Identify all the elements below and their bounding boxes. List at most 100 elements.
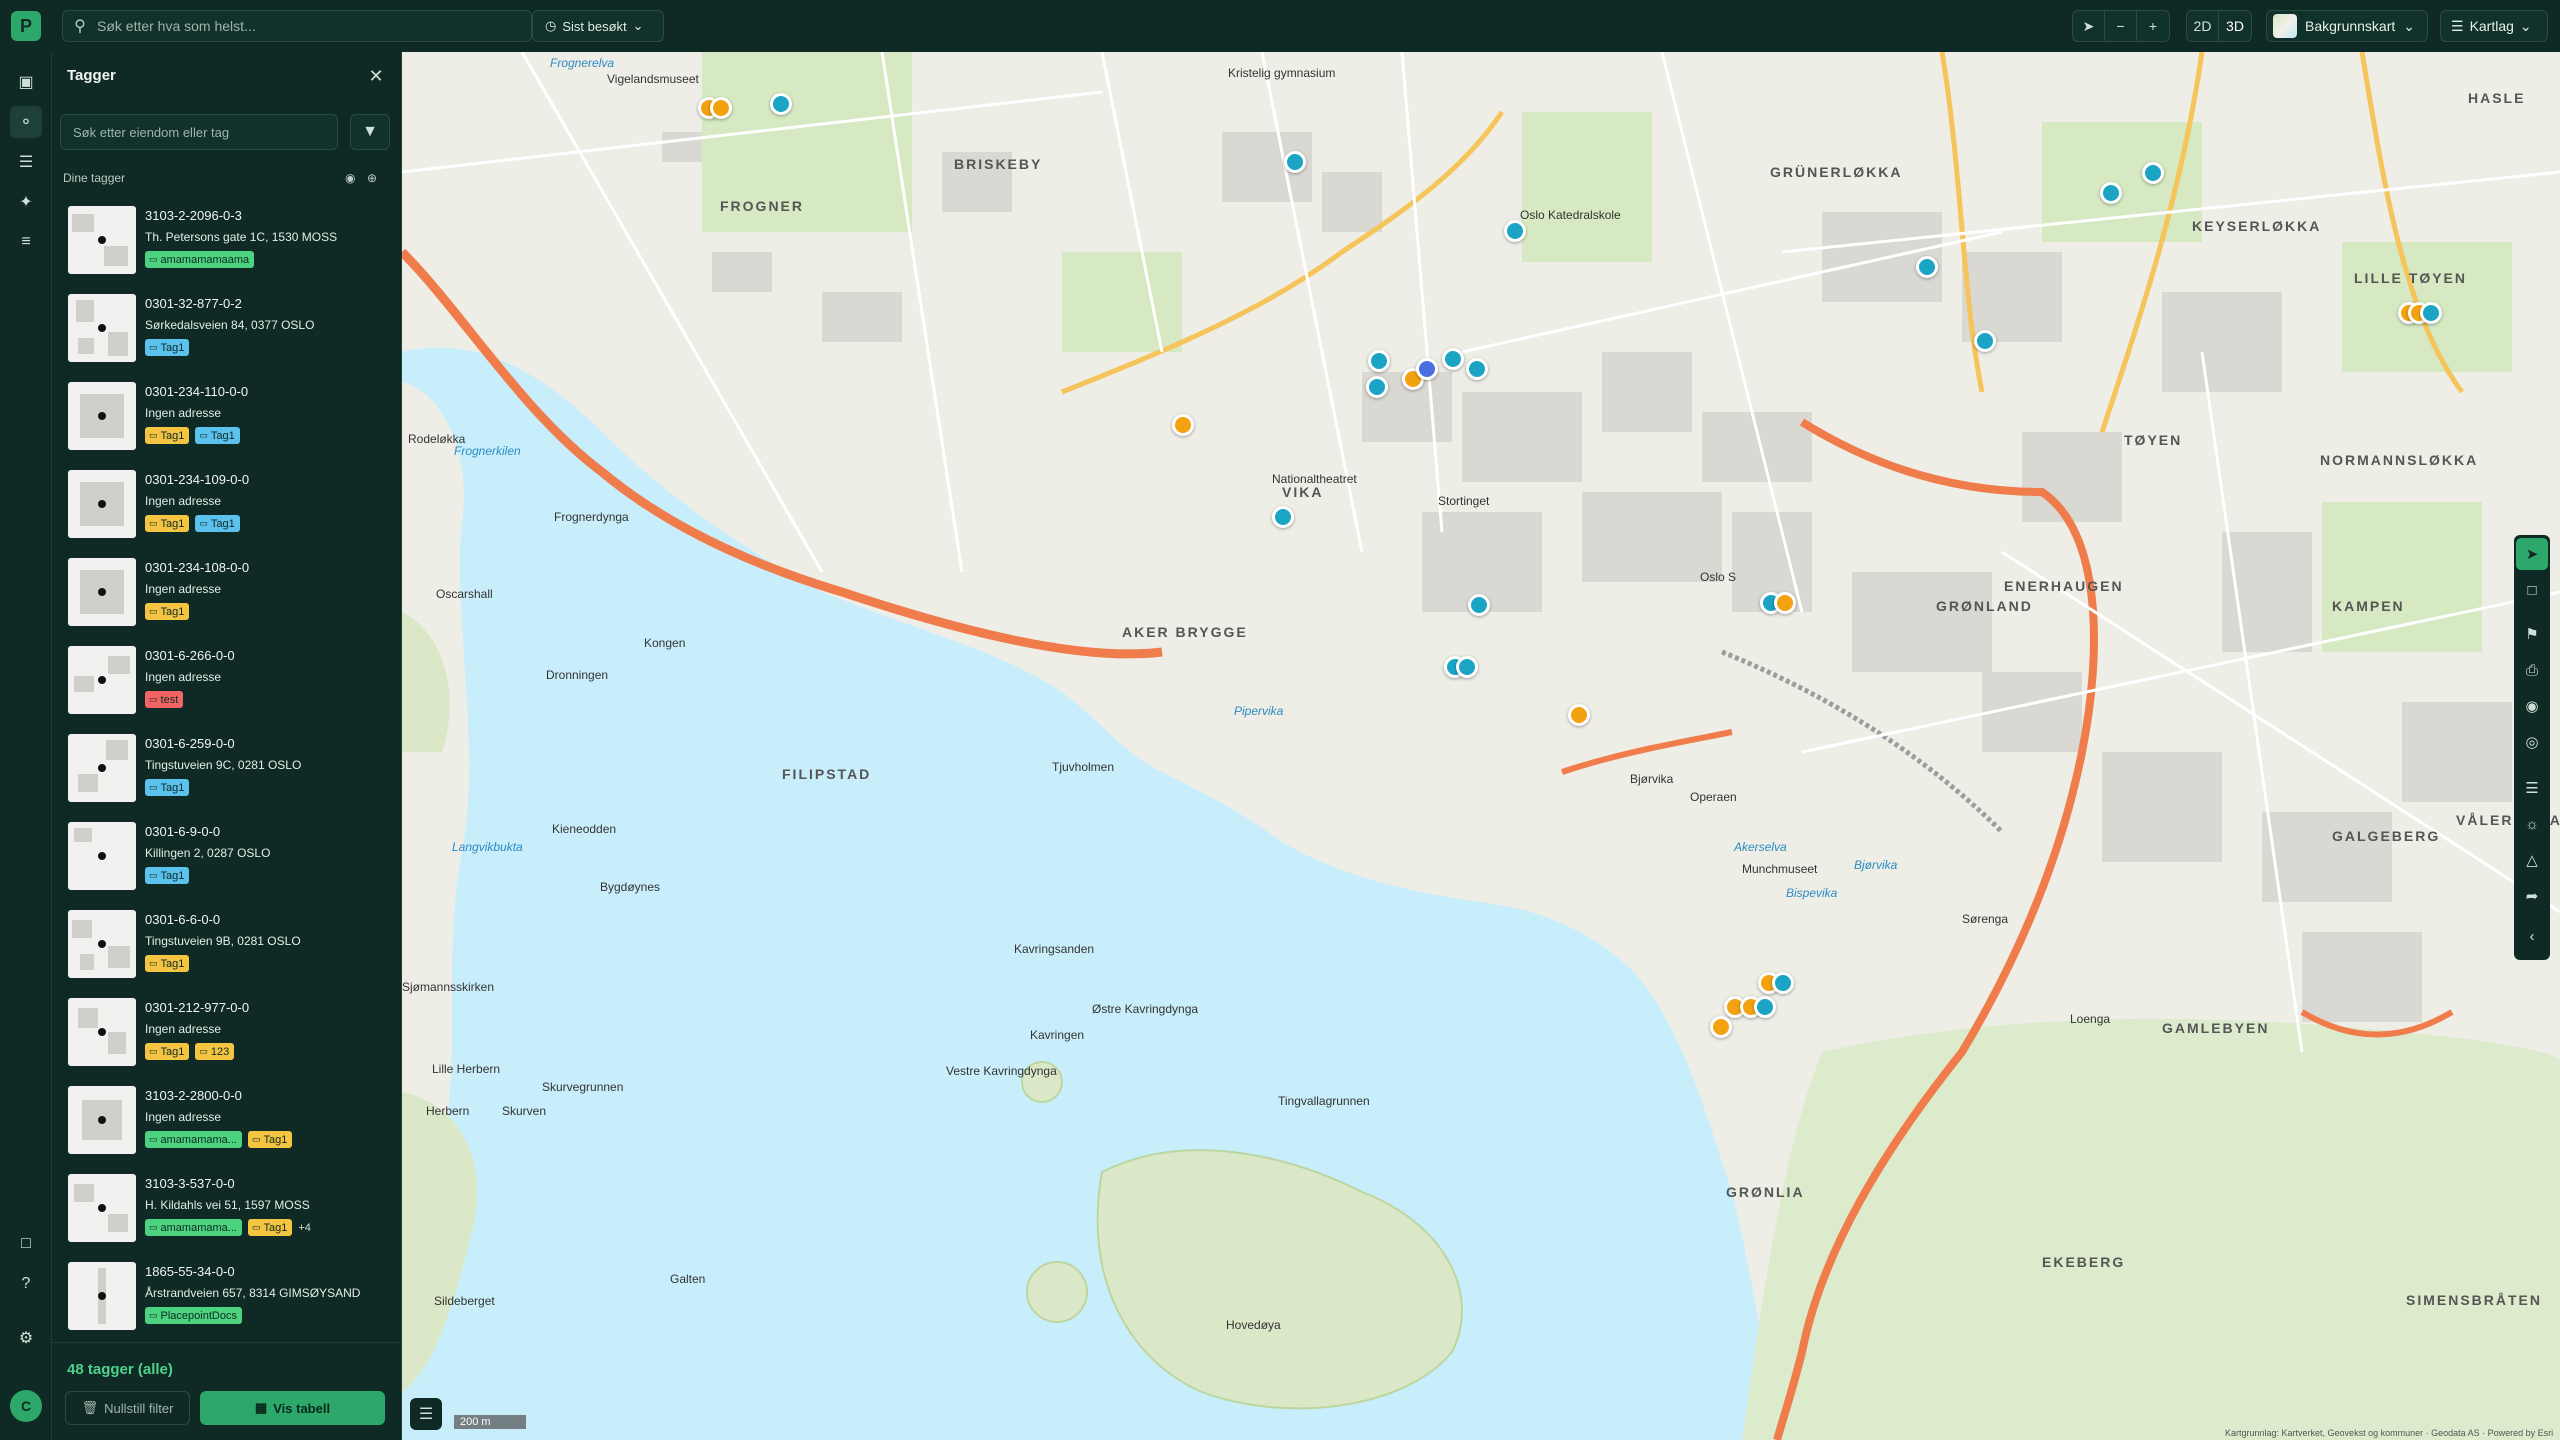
tag-chip[interactable]: ▭ Tag1 — [145, 779, 190, 796]
tag-list-item[interactable]: 0301-32-877-0-2 Sørkedalsveien 84, 0377 O… — [52, 290, 402, 378]
map-tag-pin[interactable] — [1774, 592, 1796, 614]
reset-filter-button[interactable]: 🗑 Nullstill filter — [65, 1391, 190, 1425]
map-tag-pin[interactable] — [1366, 376, 1388, 398]
layers-dropdown[interactable]: ☰ Kartlag ⌄ — [2440, 10, 2548, 42]
recent-dropdown[interactable]: ◷ Sist besøkt ⌄ — [532, 10, 664, 42]
map-tag-pin[interactable] — [1456, 656, 1478, 678]
tag-chip[interactable]: ▭ amamamama... — [145, 1131, 242, 1148]
measure-icon[interactable]: △ — [2516, 844, 2548, 876]
tag-search-input[interactable] — [60, 114, 338, 150]
tag-chip[interactable]: ▭ Tag1 — [145, 1043, 190, 1060]
select-area-icon[interactable]: □ — [2516, 574, 2548, 606]
tag-chip[interactable]: ▭ 123 — [195, 1043, 235, 1060]
filter-lines-icon[interactable]: ≡ — [10, 226, 42, 258]
list-icon[interactable]: ☰ — [10, 146, 42, 178]
camera-icon[interactable]: ◉ — [2516, 690, 2548, 722]
map-tag-pin[interactable] — [1172, 414, 1194, 436]
map-tag-pin[interactable] — [1466, 358, 1488, 380]
filter-button[interactable]: ▼ — [350, 114, 390, 150]
app-logo[interactable]: P — [11, 11, 41, 41]
map-icon[interactable]: ▣ — [10, 66, 42, 98]
tag-chip[interactable]: ▭ amamamamaama — [145, 251, 255, 268]
tag-chip[interactable]: ▭ Tag1 — [145, 427, 190, 444]
tag-list-item[interactable]: 1865-55-34-0-0 Årstrandveien 657, 8314 GI… — [52, 1258, 402, 1346]
tag-chip[interactable]: ▭ Tag1 — [145, 603, 190, 620]
map-tag-pin[interactable] — [2100, 182, 2122, 204]
tag-list-item[interactable]: 0301-234-109-0-0 Ingen adresse ▭ Tag1 ▭ Tag1 — [52, 466, 402, 554]
tag-chip[interactable]: ▭ amamamama... — [145, 1219, 242, 1236]
tag-chip[interactable]: ▭ test — [145, 691, 184, 708]
help-icon[interactable]: ? — [10, 1268, 42, 1300]
tag-list-item[interactable]: 0301-234-108-0-0 Ingen adresse ▭ Tag1 — [52, 554, 402, 642]
map-tag-pin[interactable] — [1284, 151, 1306, 173]
chat-icon[interactable]: □ — [10, 1228, 42, 1260]
tag-list-item[interactable]: 0301-6-6-0-0 Tingstuveien 9B, 0281 OSLO ▭ T… — [52, 906, 402, 994]
tag-chip[interactable]: ▭ Tag1 — [247, 1219, 293, 1236]
map-tag-pin[interactable] — [1468, 594, 1490, 616]
tag-list-item[interactable]: 3103-3-537-0-0 H. Kildahls vei 51, 1597 M… — [52, 1170, 402, 1258]
map-tag-pin[interactable] — [1754, 996, 1776, 1018]
water-label: Bjørvika — [1854, 858, 1898, 872]
property-address: Tingstuveien 9C, 0281 OSLO — [145, 758, 302, 772]
eye-icon[interactable]: ◉ — [345, 171, 355, 185]
sparkle-icon[interactable]: ✦ — [10, 186, 42, 218]
map-canvas[interactable]: BRISKEBY FROGNER GRÜNERLØKKA KEYSERLØKKA… — [402, 52, 2560, 1440]
tag-chip[interactable]: ▭ Tag1 — [145, 955, 190, 972]
basemap-dropdown[interactable]: Bakgrunnskart ⌄ — [2266, 10, 2428, 42]
map-tag-pin[interactable] — [710, 97, 732, 119]
tag-list-item[interactable]: 3103-2-2096-0-3 Th. Petersons gate 1C, 15… — [52, 202, 402, 290]
chevron-down-icon: ⌄ — [632, 18, 644, 33]
sun-icon[interactable]: ☼ — [2516, 808, 2548, 840]
map-tag-pin[interactable] — [1568, 704, 1590, 726]
map-tag-pin[interactable] — [770, 93, 792, 115]
map-tag-pin[interactable] — [1974, 330, 1996, 352]
tag-chip[interactable]: ▭ Tag1 — [247, 1131, 293, 1148]
tag-chip[interactable]: ▭ Tag1 — [145, 515, 190, 532]
map-tag-pin[interactable] — [1368, 350, 1390, 372]
send-icon[interactable]: ➦ — [2516, 880, 2548, 912]
map-tag-pin[interactable] — [1442, 348, 1464, 370]
map-tag-pin[interactable] — [2142, 162, 2164, 184]
settings-icon[interactable]: ⚙ — [10, 1322, 42, 1354]
tag-chip[interactable]: ▭ Tag1 — [145, 339, 190, 356]
chevron-left-icon[interactable]: ‹ — [2516, 920, 2548, 952]
map-tag-pin[interactable] — [2420, 302, 2442, 324]
tag-chip[interactable]: ▭ Tag1 — [145, 867, 190, 884]
mode-2d-button[interactable]: 2D — [2187, 11, 2219, 41]
tag-chip[interactable]: ▭ Tag1 — [195, 515, 240, 532]
locate-icon[interactable]: ◎ — [2516, 726, 2548, 758]
print-icon[interactable]: ⎙ — [2516, 654, 2548, 686]
zoom-out-button[interactable]: − — [2105, 11, 2137, 41]
map-tag-pin[interactable] — [1710, 1016, 1732, 1038]
tag-list-item[interactable]: 0301-6-259-0-0 Tingstuveien 9C, 0281 OSLO… — [52, 730, 402, 818]
legend-button[interactable]: ☰ — [410, 1398, 442, 1430]
global-search[interactable]: ⚲ — [62, 10, 532, 42]
add-circle-icon[interactable]: ⊕ — [367, 171, 377, 185]
tag-list-item[interactable]: 0301-212-977-0-0 Ingen adresse ▭ Tag1 ▭ 123 — [52, 994, 402, 1082]
tag-chip[interactable]: ▭ PlacepointDocs — [145, 1307, 242, 1324]
tag-chip[interactable]: ▭ Tag1 — [195, 427, 240, 444]
zoom-in-button[interactable]: + — [2137, 11, 2169, 41]
map-tag-pin[interactable] — [1504, 220, 1526, 242]
map-tag-pin[interactable] — [1772, 972, 1794, 994]
tag-list-item[interactable]: 0301-6-266-0-0 Ingen adresse ▭ test — [52, 642, 402, 730]
global-search-input[interactable] — [97, 18, 497, 34]
pointer-icon[interactable]: ➤ — [2516, 538, 2548, 570]
compass-button[interactable]: ➤ — [2073, 11, 2105, 41]
tag-icon[interactable]: ⚬ — [10, 106, 42, 138]
property-thumbnail — [68, 822, 136, 890]
bookmark-icon[interactable]: ⚑ — [2516, 618, 2548, 650]
more-tags-count[interactable]: +4 — [298, 1222, 311, 1234]
user-avatar[interactable]: C — [10, 1390, 42, 1422]
place-label: Vestre Kavringdynga — [946, 1064, 1057, 1078]
map-tag-pin[interactable] — [1416, 358, 1438, 380]
map-tag-pin[interactable] — [1916, 256, 1938, 278]
map-tag-pin[interactable] — [1272, 506, 1294, 528]
tag-list-item[interactable]: 0301-234-110-0-0 Ingen adresse ▭ Tag1 ▭ Tag1 — [52, 378, 402, 466]
mode-3d-button[interactable]: 3D — [2219, 11, 2251, 41]
tag-list-item[interactable]: 3103-2-2800-0-0 Ingen adresse ▭ amamamama..… — [52, 1082, 402, 1170]
tag-list-item[interactable]: 0301-6-9-0-0 Killingen 2, 0287 OSLO ▭ Tag1 — [52, 818, 402, 906]
show-table-button[interactable]: ▦ Vis tabell — [200, 1391, 385, 1425]
layers-stack-icon[interactable]: ☰ — [2516, 772, 2548, 804]
close-icon[interactable]: ✕ — [364, 64, 388, 88]
